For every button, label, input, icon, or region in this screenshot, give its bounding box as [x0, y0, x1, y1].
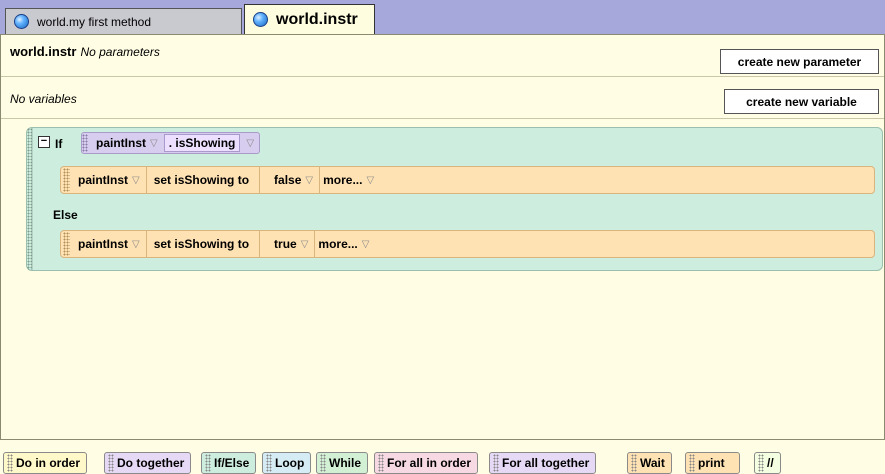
then-statement[interactable]: paintInst ▽ set isShowing to false ▽ mor… — [60, 166, 875, 194]
drag-handle[interactable] — [82, 134, 88, 152]
if-keyword: If — [55, 137, 63, 151]
drag-handle — [320, 454, 326, 472]
drag-handle — [758, 454, 764, 472]
statement-value[interactable]: true ▽ — [260, 233, 314, 255]
drag-handle — [108, 454, 114, 472]
more-options[interactable]: more... ▽ — [320, 169, 380, 191]
collapse-toggle-icon[interactable]: − — [38, 136, 50, 148]
tool-for-all-together[interactable]: For all together — [489, 452, 597, 474]
drag-handle — [689, 454, 695, 472]
tab-strip: world.my first method world.instr — [0, 0, 885, 34]
drag-handle[interactable] — [63, 232, 70, 256]
dropdown-arrow-icon[interactable]: ▽ — [150, 138, 158, 149]
statement-object[interactable]: paintInst ▽ — [75, 233, 146, 255]
statement-action: set isShowing to — [153, 173, 250, 187]
tab-world-my-first-method[interactable]: world.my first method — [5, 8, 242, 34]
tool-do-together[interactable]: Do together — [104, 452, 192, 474]
else-keyword: Else — [53, 208, 78, 222]
more-options[interactable]: more... ▽ — [315, 233, 375, 255]
condition-property[interactable]: . isShowing — [163, 134, 241, 152]
if-condition[interactable]: paintInst ▽ . isShowing ▽ — [81, 132, 261, 154]
tool-do-in-order[interactable]: Do in order — [3, 452, 88, 474]
method-name: world.instr — [10, 44, 77, 59]
dropdown-arrow-icon[interactable]: ▽ — [132, 239, 140, 250]
variables-note: No variables — [10, 92, 77, 106]
drag-handle — [378, 454, 384, 472]
method-globe-icon — [14, 14, 29, 29]
control-palette: Do in order Do together If/Else Loop Whi… — [0, 440, 885, 474]
drag-handle — [631, 454, 637, 472]
parameters-note: No parameters — [80, 45, 160, 59]
create-new-variable-button[interactable]: create new variable — [724, 89, 879, 114]
variables-row: create new variable — [1, 77, 884, 119]
dropdown-arrow-icon[interactable]: ▽ — [305, 175, 313, 186]
tool-print[interactable]: print — [685, 452, 740, 474]
statement-value[interactable]: false ▽ — [260, 169, 319, 191]
else-statement[interactable]: paintInst ▽ set isShowing to true ▽ more… — [60, 230, 875, 258]
drag-handle — [493, 454, 499, 472]
if-else-block[interactable]: − If paintInst ▽ . isShowing ▽ paintInst… — [26, 127, 883, 271]
tool-for-all-in-order[interactable]: For all in order — [374, 452, 479, 474]
drag-handle[interactable] — [27, 128, 33, 270]
condition-object[interactable]: paintInst ▽ — [92, 133, 164, 153]
dropdown-arrow-icon[interactable]: ▽ — [132, 175, 140, 186]
drag-handle[interactable] — [63, 168, 70, 192]
tool-while[interactable]: While — [316, 452, 368, 474]
method-title: world.instr No parameters — [10, 44, 160, 59]
drag-handle — [266, 454, 272, 472]
drag-handle — [205, 454, 211, 472]
method-globe-icon — [253, 12, 268, 27]
tab-world-instr[interactable]: world.instr — [244, 4, 375, 34]
tab-label: world.my first method — [37, 14, 152, 29]
tool-if-else[interactable]: If/Else — [201, 452, 257, 474]
tool-wait[interactable]: Wait — [627, 452, 672, 474]
dropdown-arrow-icon[interactable]: ▽ — [301, 239, 309, 250]
statement-object[interactable]: paintInst ▽ — [75, 169, 146, 191]
drag-handle — [7, 454, 13, 472]
tab-label: world.instr — [276, 10, 358, 28]
dropdown-arrow-icon[interactable]: ▽ — [366, 175, 374, 186]
dropdown-arrow-icon[interactable]: ▽ — [362, 239, 370, 250]
dropdown-arrow-icon[interactable]: ▽ — [246, 138, 254, 149]
tool-loop[interactable]: Loop — [262, 452, 312, 474]
create-new-parameter-button[interactable]: create new parameter — [720, 49, 879, 74]
statement-action: set isShowing to — [153, 237, 250, 251]
method-header: world.instr No parameters create new para… — [1, 35, 884, 77]
tool-comment[interactable]: // — [754, 452, 781, 474]
